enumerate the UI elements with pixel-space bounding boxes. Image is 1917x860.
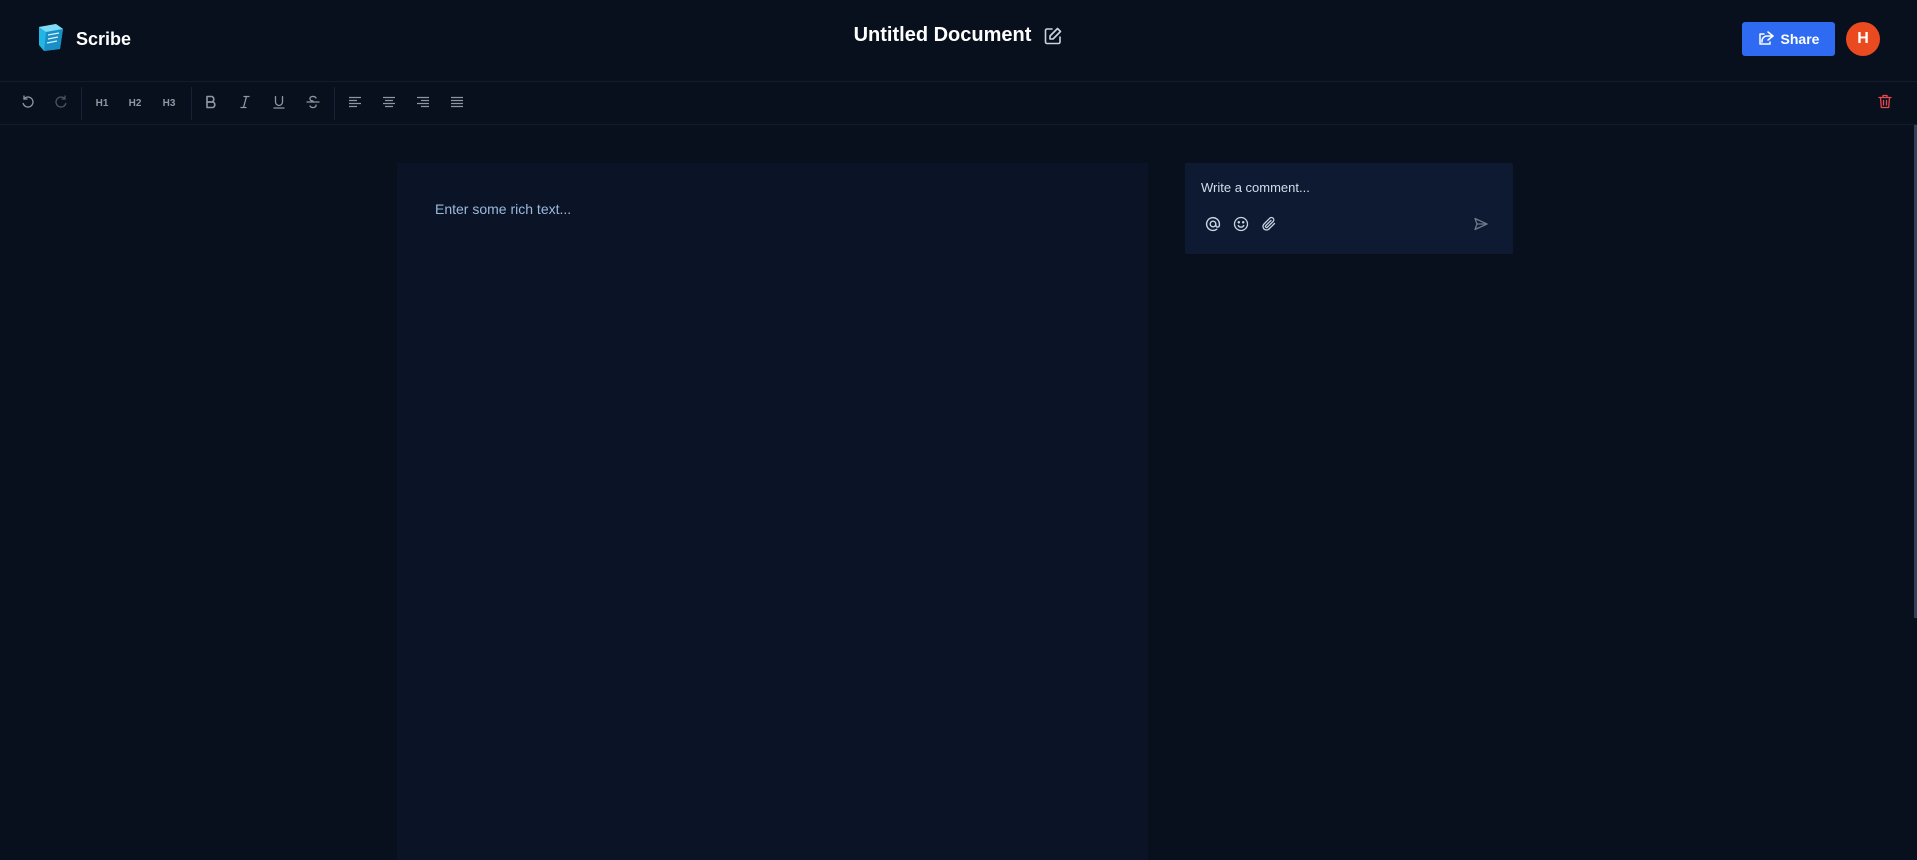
align-justify-icon (450, 96, 464, 111)
paperclip-icon (1261, 216, 1277, 237)
rich-text-editor[interactable]: Enter some rich text... (397, 163, 1148, 860)
align-left-icon (348, 96, 362, 111)
comment-input[interactable] (1201, 177, 1491, 197)
heading-2-button[interactable]: H2 (121, 90, 149, 116)
strikethrough-icon (306, 95, 320, 112)
italic-button[interactable] (231, 90, 259, 116)
heading-3-button[interactable]: H3 (155, 90, 183, 116)
user-avatar[interactable]: H (1846, 22, 1880, 56)
heading-1-button[interactable]: H1 (88, 90, 116, 116)
underline-icon (273, 95, 285, 112)
undo-icon (21, 94, 35, 112)
emoji-button[interactable] (1231, 216, 1251, 236)
formatting-toolbar: H1 H2 H3 (0, 82, 1917, 125)
bold-icon (205, 95, 217, 112)
bold-button[interactable] (197, 90, 225, 116)
smiley-icon (1233, 216, 1249, 237)
align-right-button[interactable] (409, 90, 437, 116)
mention-button[interactable] (1203, 216, 1223, 236)
align-justify-button[interactable] (443, 90, 471, 116)
comment-panel (1185, 163, 1513, 254)
delete-document-button[interactable] (1871, 90, 1899, 116)
align-right-icon (416, 96, 430, 111)
redo-button[interactable] (47, 90, 75, 116)
edit-icon[interactable] (1043, 26, 1063, 46)
underline-button[interactable] (265, 90, 293, 116)
editor-placeholder: Enter some rich text... (435, 201, 572, 217)
share-label: Share (1780, 31, 1820, 47)
at-icon (1205, 216, 1221, 237)
share-button[interactable]: Share (1742, 22, 1835, 56)
share-icon (1758, 30, 1774, 48)
strikethrough-button[interactable] (299, 90, 327, 116)
italic-icon (239, 95, 251, 112)
send-comment-button[interactable] (1471, 216, 1491, 236)
document-title-area: Untitled Document (0, 24, 1917, 47)
send-icon (1473, 216, 1489, 237)
toolbar-divider (334, 87, 335, 120)
toolbar-divider (191, 87, 192, 120)
document-title[interactable]: Untitled Document (854, 24, 1032, 47)
align-center-button[interactable] (375, 90, 403, 116)
align-center-icon (382, 96, 396, 111)
redo-icon (54, 94, 68, 112)
app-header: Scribe Untitled Document Share H (0, 0, 1917, 82)
align-left-button[interactable] (341, 90, 369, 116)
toolbar-divider (81, 87, 82, 120)
undo-button[interactable] (14, 90, 42, 116)
attach-button[interactable] (1259, 216, 1279, 236)
trash-icon (1878, 94, 1892, 112)
